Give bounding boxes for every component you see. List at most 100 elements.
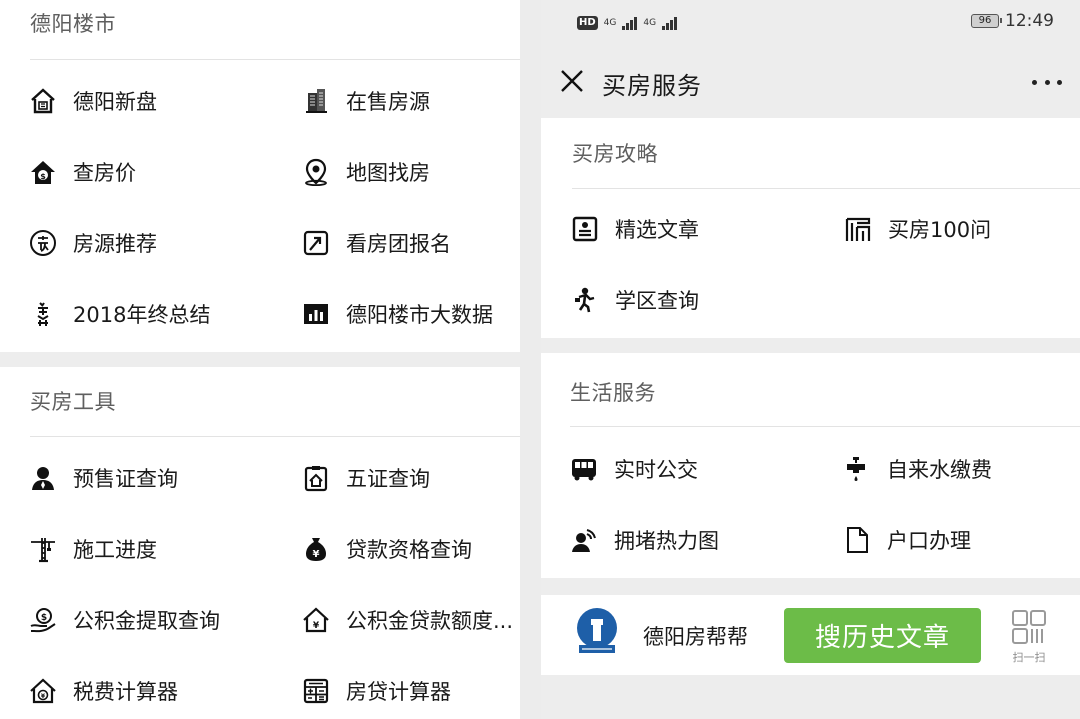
page-background [541,675,1080,719]
calculator-icon [301,676,331,706]
clock: 12:49 [1005,11,1054,31]
section-life-services: 生活服务 实时公交 自来水缴费 拥堵热力图 户口办理 [541,353,1080,578]
section-gap [0,352,520,367]
menu-item-realtime-bus[interactable]: 实时公交 [569,449,698,489]
menu-item-label: 房贷计算器 [346,680,451,704]
menu-item-household-registration[interactable]: 户口办理 [842,520,971,560]
menu-item-year-summary[interactable]: 2018年终总结 [28,294,210,334]
recommend-icon [28,228,58,258]
svg-text:$: $ [41,613,47,623]
menu-item-label: 预售证查询 [73,467,178,491]
document-icon [842,525,872,555]
certificate-icon [301,463,331,493]
menu-item-label: 地图找房 [346,161,430,185]
menu-item-five-certificates[interactable]: 五证查询 [301,458,430,498]
money-bag-icon: ¥ [301,534,331,564]
menu-item-mortgage-calculator[interactable]: 房贷计算器 [301,671,451,711]
menu-item-tour-signup[interactable]: 看房团报名 [301,223,451,263]
battery-icon: 96 [971,14,1002,28]
section-title: 买房工具 [30,390,116,414]
menu-item-label: 德阳新盘 [73,90,157,114]
menu-item-construction-progress[interactable]: 施工进度 [28,529,157,569]
account-logo[interactable] [574,607,620,657]
menu-item-label: 户口办理 [887,529,971,553]
section-deyang-market: 德阳楼市 德阳新盘 在售房源 $ 查房价 地图找房 房源推荐 看房团报名 201… [0,0,520,352]
person-icon [28,463,58,493]
close-icon[interactable] [559,68,585,94]
menu-item-market-data[interactable]: 德阳楼市大数据 [301,294,493,334]
status-indicators: HD 4G 4G [577,14,678,32]
qr-scan-icon [1012,610,1046,644]
svg-text:¥: ¥ [313,621,320,631]
menu-item-label: 在售房源 [346,90,430,114]
map-pin-icon [301,157,331,187]
section-title: 买房攻略 [572,142,658,166]
menu-item-label: 五证查询 [346,467,430,491]
menu-item-label: 房源推荐 [73,232,157,256]
search-history-button[interactable]: 搜历史文章 [784,608,981,663]
menu-item-label: 税费计算器 [73,680,178,704]
account-footer: 德阳房帮帮 搜历史文章 扫一扫 [541,595,1080,675]
menu-item-label: 自来水缴费 [887,458,992,482]
divider [570,426,1080,427]
menu-item-map-search[interactable]: 地图找房 [301,152,430,192]
menu-item-presale-permit[interactable]: 预售证查询 [28,458,178,498]
menu-item-recommend[interactable]: 房源推荐 [28,223,157,263]
svg-text:$: $ [40,172,46,181]
more-options-icon[interactable] [1032,76,1062,88]
section-buying-tools: 买房工具 预售证查询 五证查询 施工进度 ¥ 贷款资格查询 $ 公积金提取查询 … [0,367,520,719]
bus-icon [569,454,599,484]
fund-withdraw-icon: $ [28,605,58,635]
bar-chart-icon [301,299,331,329]
summary-icon [28,299,58,329]
svg-text:¥: ¥ [313,549,320,560]
menu-item-label: 实时公交 [614,458,698,482]
section-buying-guide: 买房攻略 精选文章 买房100问 学区查询 [541,118,1080,338]
menu-item-selected-articles[interactable]: 精选文章 [570,209,699,249]
menu-item-label: 2018年终总结 [73,303,211,327]
menu-item-loan-eligibility[interactable]: ¥ 贷款资格查询 [301,529,472,569]
water-tap-icon [842,454,872,484]
menu-item-label: 拥堵热力图 [614,529,719,553]
traffic-heat-icon [569,525,599,555]
network-type-2: 4G [643,17,657,28]
crane-icon [28,534,58,564]
status-bar: HD 4G 4G 96 12:49 [541,0,1080,46]
faq-icon [843,214,873,244]
signup-icon [301,228,331,258]
status-right: 96 12:49 [971,11,1054,31]
menu-item-house-price[interactable]: $ 查房价 [28,152,136,192]
account-name[interactable]: 德阳房帮帮 [643,621,748,651]
menu-item-label: 学区查询 [615,289,699,313]
menu-item-label: 公积金贷款额度... [346,609,514,633]
menu-item-traffic-heatmap[interactable]: 拥堵热力图 [569,520,719,560]
page-title: 买房服务 [602,72,702,100]
menu-item-new-house[interactable]: 德阳新盘 [28,81,157,121]
student-icon [570,285,600,315]
menu-item-label: 买房100问 [888,218,992,242]
menu-item-label: 德阳楼市大数据 [346,303,493,327]
scan-button[interactable]: 扫一扫 [1007,609,1051,665]
divider [30,436,520,437]
menu-item-label: 施工进度 [73,538,157,562]
menu-item-tax-calculator[interactable]: ¥ 税费计算器 [28,671,178,711]
menu-item-fund-withdraw[interactable]: $ 公积金提取查询 [28,600,220,640]
hd-badge: HD [577,16,598,30]
network-type-1: 4G [603,17,617,28]
signal-icon [622,16,638,30]
menu-item-on-sale[interactable]: 在售房源 [301,81,430,121]
menu-item-school-district[interactable]: 学区查询 [570,280,699,320]
nav-bar: 买房服务 [541,46,1080,118]
divider [30,59,520,60]
building-icon [301,86,331,116]
article-icon [570,214,600,244]
menu-item-label: 看房团报名 [346,232,451,256]
menu-item-water-bill[interactable]: 自来水缴费 [842,449,992,489]
section-title: 德阳楼市 [30,12,116,36]
house-price-icon: $ [28,157,58,187]
menu-item-100-questions[interactable]: 买房100问 [843,209,991,249]
menu-item-label: 贷款资格查询 [346,538,472,562]
tax-house-icon: ¥ [28,676,58,706]
menu-item-fund-loan-limit[interactable]: ¥ 公积金贷款额度... [301,600,513,640]
new-house-icon [28,86,58,116]
